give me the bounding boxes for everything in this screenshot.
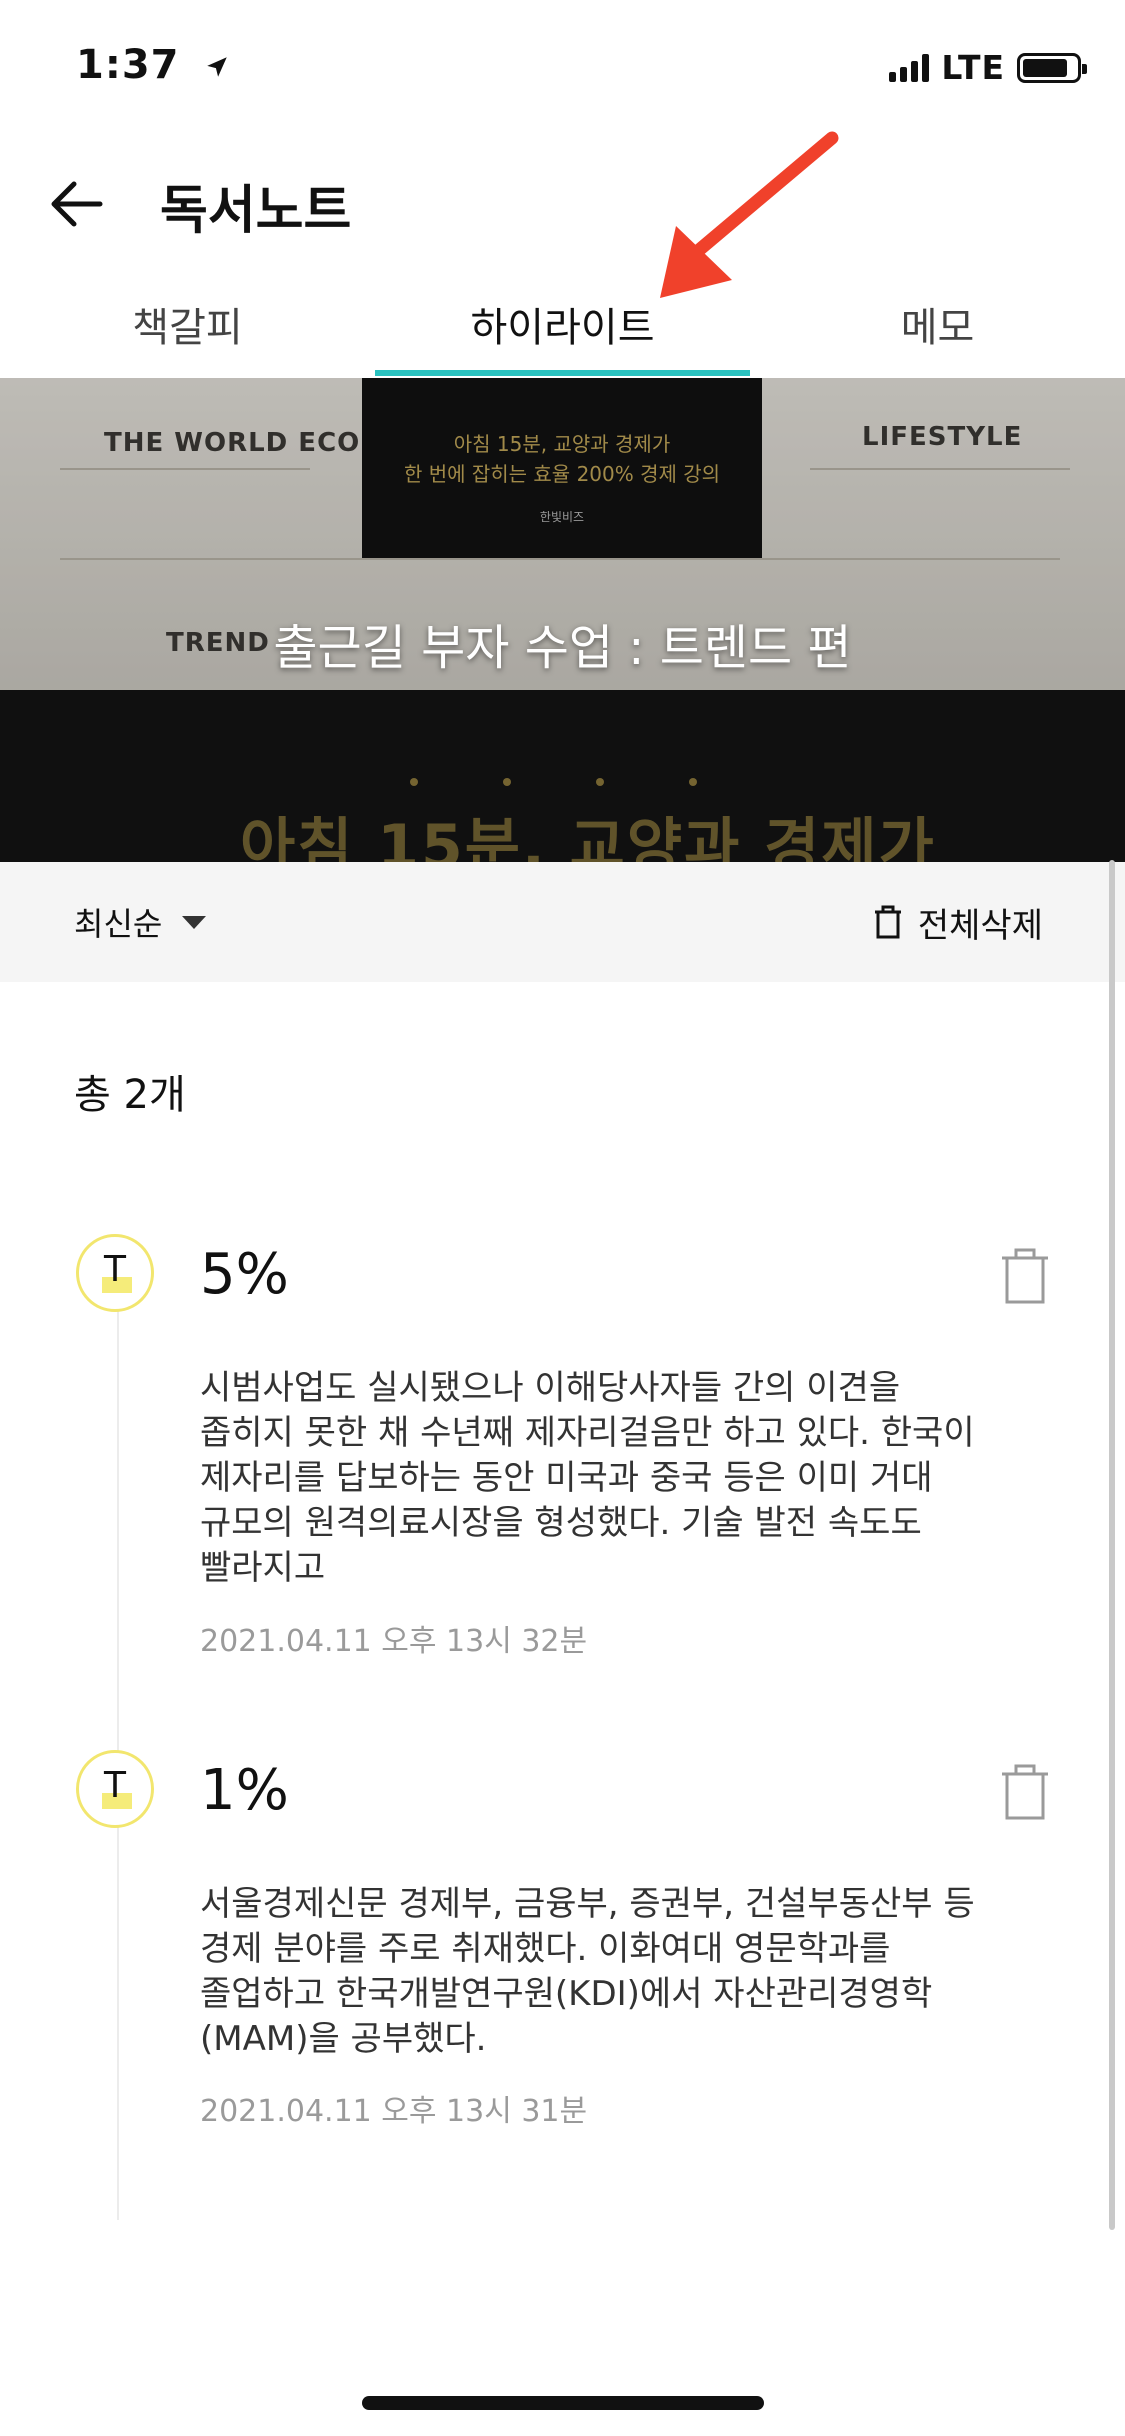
scrollbar[interactable] [1109,860,1115,2230]
highlight-item[interactable]: T 5% 시범사업도 실시됐으나 이해당사자들 간의 이견을 좁히지 못한 채 … [0,1234,1125,1659]
sort-label: 최신순 [74,905,163,943]
type-icon-letter: T [104,1249,126,1290]
highlight-text: 서울경제신문 경제부, 금융부, 증권부, 건설부동산부 등 경제 분야를 주로… [200,1884,975,2059]
book-banner: THE WORLD ECONOMY LIFESTYLE TREND 아침 15분… [0,378,1125,862]
text-highlight-icon: T [76,1750,154,1828]
book-title: 출근길 부자 수업 : 트렌드 편 [273,620,852,676]
highlight-item[interactable]: T 1% 서울경제신문 경제부, 금융부, 증권부, 건설부동산부 등 경제 분… [0,1750,1125,2150]
highlight-text: 시범사업도 실시됐으나 이해당사자들 간의 이견을 좁히지 못한 채 수년째 제… [200,1368,975,1588]
signal-icon [889,53,930,82]
annotation-arrow-icon [660,131,839,298]
active-tab-indicator [375,370,750,376]
network-label: LTE [941,48,1005,87]
trash-icon[interactable] [998,1762,1052,1822]
total-count: 총 2개 [74,1072,186,1118]
location-arrow-icon [207,57,228,77]
delete-all-label: 전체삭제 [917,905,1043,946]
trash-icon[interactable] [998,1246,1052,1306]
page-title: 독서노트 [160,181,352,241]
type-icon-letter: T [104,1765,126,1806]
back-button[interactable] [36,164,116,244]
sort-dropdown[interactable]: 최신순 [74,896,207,948]
text-highlight-icon: T [76,1234,154,1312]
status-indicators: LTE [889,48,1087,87]
status-bar: 1:37 LTE [0,0,1125,140]
highlight-timestamp: 2021.04.11 오후 13시 31분 [200,2094,588,2129]
sort-toolbar: 최신순 전체삭제 [0,862,1125,982]
tab-bookmarks[interactable]: 책갈피 [0,270,375,378]
header: 독서노트 [0,140,1125,260]
tab-bar: 책갈피 하이라이트 메모 [0,270,1125,379]
back-arrow-icon [51,181,103,227]
highlight-percent: 5% [200,1242,289,1307]
highlight-percent: 1% [200,1758,289,1823]
status-time: 1:37 [76,42,230,88]
delete-all-button[interactable]: 전체삭제 [872,896,1043,948]
home-indicator[interactable] [362,2396,764,2410]
caret-down-icon [182,915,207,929]
status-time-text: 1:37 [76,42,180,88]
battery-icon [1017,52,1087,83]
highlight-timestamp: 2021.04.11 오후 13시 32분 [200,1624,588,1659]
trash-icon [874,905,901,939]
